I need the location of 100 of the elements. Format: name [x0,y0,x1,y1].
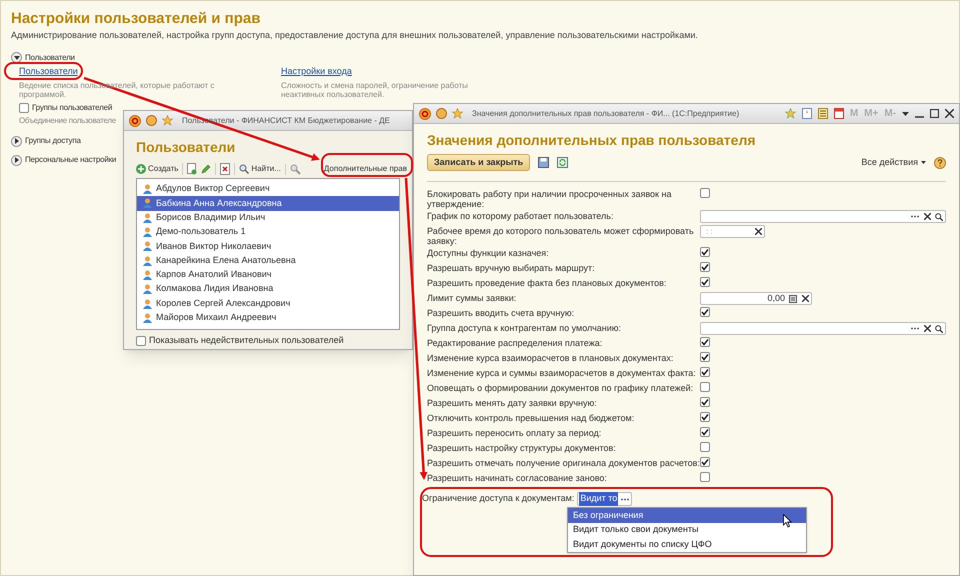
dropdown-option[interactable]: Без ограничения [568,508,806,522]
list-row[interactable]: Бабкина Анна Александровна [137,196,399,211]
checkbox[interactable] [700,412,710,422]
checkbox[interactable] [700,337,710,347]
checkbox[interactable] [700,352,710,362]
list-row[interactable]: Демо-пользователь 1 [137,224,399,240]
checkbox[interactable] [700,382,710,392]
ellipsis-icon [911,327,919,330]
checkbox[interactable] [700,262,710,272]
list-row[interactable]: Абдулов Виктор Сергеевич [137,182,399,196]
bookmark-icon[interactable] [802,108,812,119]
checkbox[interactable] [700,457,710,467]
list-row[interactable]: Борисов Владимир Ильич [137,210,399,225]
section-header[interactable]: Персональные настройки [25,154,116,166]
collapse-icon[interactable] [11,52,22,63]
checkbox[interactable] [700,367,710,377]
field-label: Редактирование распределения платежа: [427,337,604,348]
star-icon[interactable] [452,108,463,119]
calculator-icon[interactable] [818,108,828,119]
checkbox[interactable] [700,307,710,317]
clear-icon[interactable] [921,211,933,222]
dropdown-option[interactable]: Видит только свои документы [568,522,806,537]
menu-icon[interactable] [436,108,447,119]
section-header[interactable]: Группы доступа [25,135,81,147]
checkbox-label: Показывать недействительных пользователей [149,334,344,347]
field-label: Разрешить проведение факта без плановых документов: [427,277,668,288]
edit-button[interactable] [201,164,212,174]
list-row[interactable]: Майоров Михаил Андреевич [137,310,399,325]
checkbox[interactable] [19,103,29,113]
expand-icon[interactable] [11,136,22,146]
maximize-icon[interactable] [930,109,939,118]
checkbox[interactable] [700,277,710,287]
section-header[interactable]: Пользователи [25,52,75,64]
number-field[interactable]: 0,00 [700,292,812,305]
list-row[interactable]: Карпов Анатолий Иванович [137,268,399,282]
search-settings-button[interactable] [284,164,301,174]
clear-icon[interactable] [799,293,811,304]
caret-icon[interactable] [902,112,909,116]
field-label: Разрешать вручную выбирать маршрут: [427,262,596,273]
checkbox-label: Группы пользователей [32,102,112,114]
checkbox[interactable] [700,472,710,482]
logo-icon[interactable] [129,114,141,126]
expand-icon[interactable] [11,154,22,166]
input-field[interactable] [700,210,946,223]
list-row[interactable]: Колмакова Лидия Ивановна [137,282,399,296]
checkbox[interactable] [700,397,710,407]
plus-icon [136,164,146,174]
field-label: Лимит суммы заявки: [427,292,518,303]
page-title: Настройки пользователей и прав [11,9,262,29]
all-actions-button[interactable]: Все действия [861,156,926,170]
field-label: Разрешить начинать согласование заново: [427,472,608,483]
help-icon[interactable] [934,156,946,168]
checkbox[interactable] [700,188,710,198]
user-icon [143,256,152,266]
create-button[interactable]: Создать [136,163,178,175]
user-icon [143,270,152,280]
list-row[interactable]: Канарейкина Елена Анатольевна [137,253,399,268]
calculator-icon[interactable] [787,293,799,304]
logo-icon[interactable] [419,108,431,120]
star-icon[interactable] [784,108,796,119]
user-icon [143,284,152,294]
cursor-icon [783,514,792,528]
window-heading: Пользователи [136,138,236,157]
refresh-icon[interactable] [557,157,568,168]
copy-button[interactable] [182,163,198,175]
list-row[interactable]: Иванов Виктор Николаевич [137,239,399,254]
clear-icon[interactable] [921,323,933,334]
field-label: Разрешить отмечать получение оригинала документов расчетов: [427,457,700,468]
additional-rights-button[interactable]: Дополнительные прав [324,163,407,175]
field-label: Отключить контроль превышения над бюджетом: [427,412,636,423]
dropdown-option[interactable]: Видит документы по списку ЦФО [568,537,806,552]
field-label: Рабочее время до которого пользователь может сформировать заявку: [427,225,695,246]
checkbox[interactable] [700,247,710,257]
checkbox[interactable] [700,427,710,437]
input-field[interactable] [700,322,946,335]
star-icon[interactable] [162,115,173,126]
user-icon [143,298,152,309]
delete-button[interactable] [215,163,230,175]
find-button[interactable]: Найти... [234,163,281,175]
search-icon[interactable] [933,323,945,334]
ellipsis-icon [621,498,630,500]
menu-icon[interactable] [146,115,157,126]
dropdown-field[interactable]: Видит то [577,492,632,506]
field-label: Изменение курса и суммы взаиморасчетов в документах факта: [427,367,697,378]
close-icon[interactable] [945,109,954,118]
calendar-icon[interactable] [834,108,844,119]
link-description: Сложность и смена паролей, ограничение работы неактивных пользователей. [281,81,469,99]
list-row[interactable]: Королев Сергей Александрович [137,296,399,311]
save-and-close-button[interactable]: Записать и закрыть [427,154,530,171]
search-icon[interactable] [933,211,945,222]
login-settings-link[interactable]: Настройки входа [281,64,521,78]
window-title: Значения дополнительных прав пользователя - ФИ... (1С:Предприятие) [472,108,740,120]
window-heading: Значения дополнительных прав пользователя [427,131,757,150]
users-link[interactable]: Пользователи [19,64,78,78]
clear-icon[interactable] [752,226,764,237]
checkbox[interactable] [136,336,146,346]
caret-icon [921,161,926,164]
save-icon[interactable] [538,157,550,168]
checkbox[interactable] [700,442,710,452]
field-label: Разрешить менять дату заявки вручную: [427,397,598,408]
